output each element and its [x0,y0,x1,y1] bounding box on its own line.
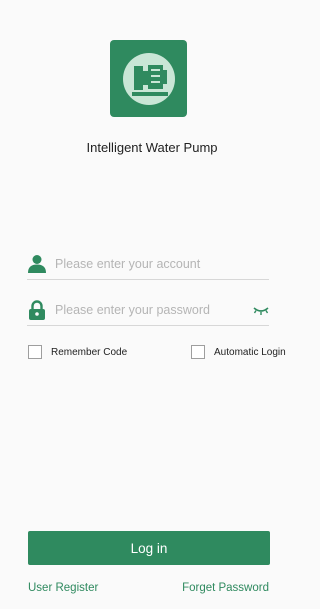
forget-password-link[interactable]: Forget Password [182,582,269,594]
account-field [27,251,269,280]
password-field [27,297,269,326]
water-pump-icon [122,52,175,105]
automatic-login-label: Automatic Login [214,346,286,358]
password-input[interactable] [55,298,245,322]
eye-closed-icon[interactable] [253,304,269,316]
remember-code-label: Remember Code [51,346,128,358]
app-logo [110,40,187,117]
user-icon [28,255,46,273]
user-register-link[interactable]: User Register [28,582,98,594]
automatic-login-checkbox[interactable]: Automatic Login [191,345,286,359]
login-button[interactable]: Log in [28,531,270,565]
automatic-login-box[interactable] [191,345,205,359]
remember-code-checkbox[interactable]: Remember Code [28,345,127,359]
account-input[interactable] [55,252,245,276]
lock-icon [29,300,45,320]
remember-code-box[interactable] [28,345,42,359]
app-title: Intelligent Water Pump [86,140,218,155]
